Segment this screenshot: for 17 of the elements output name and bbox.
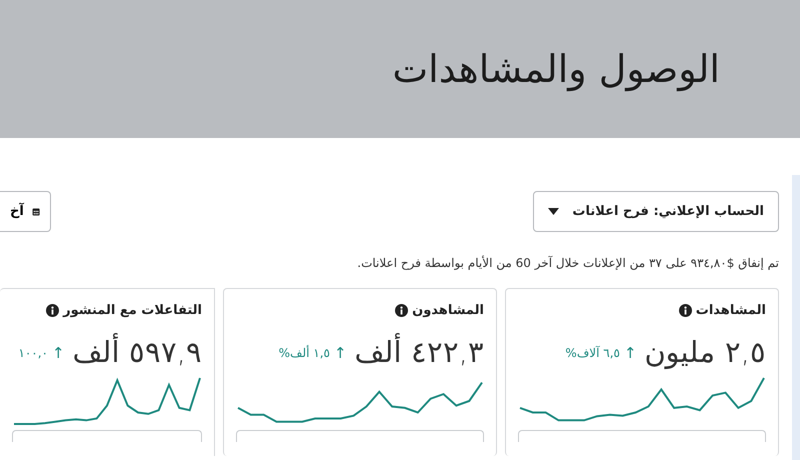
- info-icon[interactable]: [678, 304, 692, 318]
- metric-title: المشاهدات: [696, 302, 766, 320]
- info-icon[interactable]: [395, 304, 408, 318]
- caret-icon: [548, 208, 559, 215]
- metric-title: المشاهدون: [412, 302, 484, 320]
- change-text: ٦,٥ آلاف%: [565, 344, 620, 362]
- account-dropdown[interactable]: الحساب الإعلاني: فرح اعلانات: [533, 191, 779, 232]
- change-text: ١,٥ ألف%: [278, 344, 330, 362]
- metric-value: ٢,٥ مليون: [644, 336, 766, 368]
- info-icon[interactable]: [46, 304, 60, 318]
- up-arrow-icon: ↑: [334, 342, 347, 364]
- up-arrow-icon: ↑: [624, 342, 637, 364]
- date-range-button[interactable]: آخ: [0, 191, 51, 232]
- change-text: ١٠٠,٠: [18, 345, 48, 362]
- up-arrow-icon: ↑: [52, 342, 65, 364]
- metric-title: التفاعلات مع المنشور: [63, 302, 202, 320]
- summary-text: تم إنفاق $٩٣٤,٨٠ على ٣٧ من الإعلانات خلال آخر 60 من الأيام بواسطة فرح اعلانات.: [356, 254, 779, 272]
